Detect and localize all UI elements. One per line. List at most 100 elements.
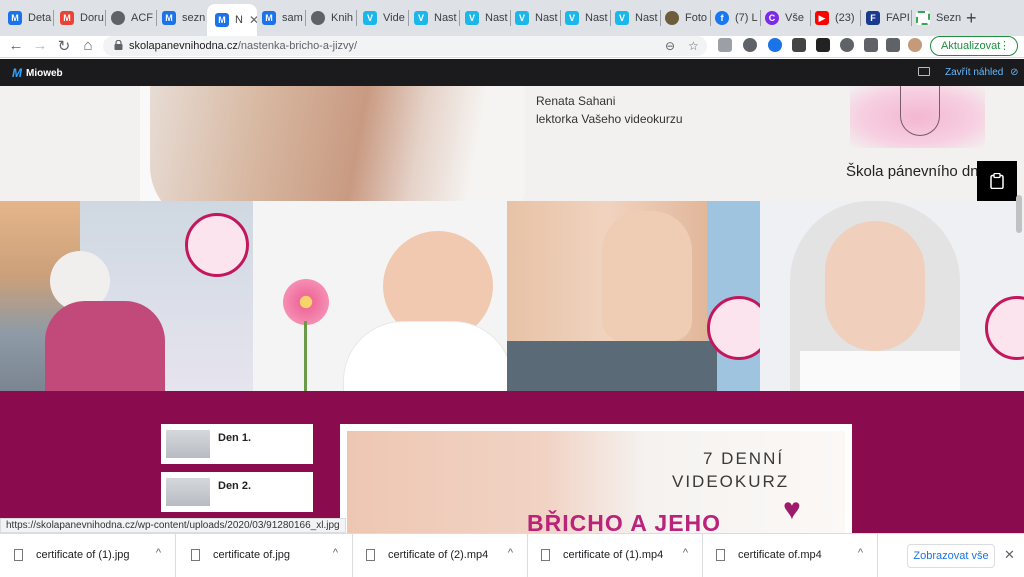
tab-16[interactable]: ▶ (23) (815, 6, 861, 30)
tab-label: N (235, 14, 243, 26)
zoom-icon[interactable]: ⊖ (665, 39, 675, 53)
tab-label: Sezn (936, 12, 962, 24)
close-preview-label: Zavřít náhled (945, 67, 1004, 78)
tab-label: Nast (434, 12, 457, 24)
lotus-figure-icon (900, 86, 940, 136)
lector-name: Renata Sahani (536, 94, 616, 108)
mioweb-logo[interactable]: M Mioweb (12, 66, 63, 80)
vimeo-icon: V (565, 11, 579, 25)
tab-12[interactable]: V Nast (615, 6, 661, 30)
clipboard-button[interactable] (977, 161, 1017, 201)
mioweb-icon: M (215, 13, 229, 27)
vimeo-icon: V (363, 11, 377, 25)
tab-label: FAPI (886, 12, 910, 24)
home-icon[interactable]: ⌂ (78, 37, 98, 54)
globe-icon (311, 11, 325, 25)
extension-badge-icon[interactable] (840, 38, 854, 52)
download-filename: certificate of (2).mp4 (388, 549, 489, 561)
tab-13[interactable]: Foto (665, 6, 711, 30)
desktop-preview-icon[interactable] (918, 67, 930, 76)
download-filename: certificate of (1).jpg (36, 549, 130, 561)
mioweb-icon: M (162, 11, 176, 25)
file-icon (191, 549, 200, 561)
mioweb-logo-text: Mioweb (26, 67, 63, 79)
tab-label: sam (282, 12, 303, 24)
tab-3[interactable]: Msezn (162, 6, 207, 30)
chevron-up-icon[interactable]: ^ (508, 547, 513, 559)
mioweb-icon: M (262, 11, 276, 25)
url-path: /nastenka-bricho-a-jizvy/ (237, 40, 358, 52)
chevron-up-icon[interactable]: ^ (858, 547, 863, 559)
tab-6[interactable]: Knih (311, 6, 357, 30)
download-filename: certificate of.mp4 (738, 549, 822, 561)
tab-15[interactable]: C Vše (765, 6, 811, 30)
new-tab-button[interactable]: + (966, 8, 977, 29)
download-item-1[interactable]: certificate of (1).jpg ^ (0, 534, 176, 577)
download-item-5[interactable]: certificate of.mp4 ^ (702, 534, 878, 577)
tab-5[interactable]: Msam (262, 6, 306, 30)
lock-icon (114, 40, 123, 50)
canva-icon: C (765, 11, 779, 25)
school-name: Škola pánevního dna (846, 163, 987, 180)
tab-9[interactable]: V Nast (465, 6, 511, 30)
course-duration: 7 DENNÍ (703, 449, 785, 468)
tab-14[interactable]: f (7) L (715, 6, 761, 30)
tab-7[interactable]: V Vide (363, 6, 409, 30)
chevron-up-icon[interactable]: ^ (156, 547, 161, 559)
tab-0[interactable]: M Deta (8, 6, 54, 30)
tab-18[interactable]: Sezn (916, 6, 962, 30)
tab-8[interactable]: V Nast (414, 6, 460, 30)
day-card-2[interactable]: Den 2. (161, 472, 313, 512)
tab-2[interactable]: ACF (111, 6, 157, 30)
extension-icon-3[interactable] (768, 38, 782, 52)
update-label: Aktualizovat (941, 40, 1001, 52)
photo-baby (253, 201, 507, 391)
cloud-icon[interactable] (743, 38, 757, 52)
close-preview-link[interactable]: Zavřít náhled ⊘ (945, 67, 1019, 78)
tab-label: Foto (685, 12, 708, 24)
day-thumbnail (166, 430, 210, 458)
tab-label: Nast (535, 12, 558, 24)
puzzle-icon[interactable] (864, 38, 878, 52)
close-tab-icon[interactable]: ✕ (249, 13, 257, 27)
photo-belly-scar (507, 201, 760, 391)
show-all-downloads-button[interactable]: Zobrazovat vše (907, 544, 995, 568)
bookmark-star-icon[interactable]: ☆ (688, 39, 699, 53)
forward-arrow-icon[interactable]: → (30, 37, 50, 54)
facebook-ext-icon[interactable] (792, 38, 806, 52)
seal-logo (985, 296, 1024, 360)
youtube-icon: ▶ (815, 11, 829, 25)
file-icon (541, 549, 550, 561)
day-card-1[interactable]: Den 1. (161, 424, 313, 464)
chevron-up-icon[interactable]: ^ (333, 547, 338, 559)
tab-10[interactable]: V Nast (515, 6, 561, 30)
mioweb-icon: M (8, 11, 22, 25)
close-icon[interactable]: ✕ (1004, 547, 1015, 563)
download-item-3[interactable]: certificate of (2).mp4 ^ (352, 534, 528, 577)
chevron-up-icon[interactable]: ^ (683, 547, 688, 559)
tab-label: sezn (182, 12, 206, 24)
day-label: Den 1. (218, 432, 252, 444)
reload-icon[interactable]: ↻ (54, 37, 74, 55)
camera-icon[interactable] (816, 38, 830, 52)
tab-11[interactable]: V Nast (565, 6, 611, 30)
download-item-4[interactable]: certificate of (1).mp4 ^ (527, 534, 703, 577)
tab-1[interactable]: M Doru (60, 6, 106, 30)
avatar[interactable] (908, 38, 922, 52)
tab-4-active[interactable]: M N ✕ (207, 4, 257, 36)
update-button[interactable]: Aktualizovat ⋮ (930, 36, 1018, 56)
gmail-icon: M (60, 11, 74, 25)
extension-icon-1[interactable] (718, 38, 732, 52)
tab-17[interactable]: F FAPI (866, 6, 912, 30)
status-url: https://skolapanevnihodna.cz/wp-content/… (0, 518, 346, 533)
hero-section: Renata Sahani lektorka Vašeho videokurzu… (0, 86, 1024, 201)
more-vert-icon: ⋮ (999, 40, 1010, 52)
back-arrow-icon[interactable]: ← (6, 37, 26, 54)
tab-label: Knih (331, 12, 354, 24)
download-item-2[interactable]: certificate of.jpg ^ (177, 534, 353, 577)
vimeo-icon: V (515, 11, 529, 25)
download-filename: certificate of.jpg (213, 549, 291, 561)
reading-list-icon[interactable] (886, 38, 900, 52)
address-bar[interactable]: skolapanevnihodna.cz/nastenka-bricho-a-j… (103, 36, 707, 56)
page-scrollbar[interactable] (1016, 195, 1022, 233)
